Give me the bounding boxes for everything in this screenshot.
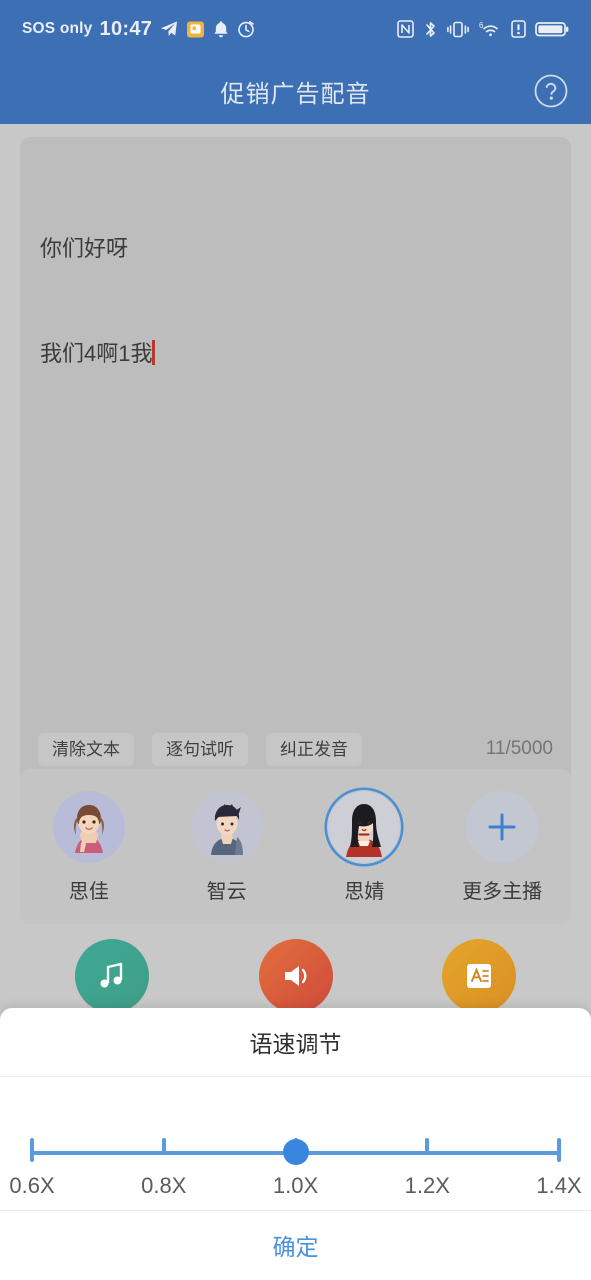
avatar (328, 790, 401, 863)
avatar-ring (52, 790, 126, 864)
speaker-name: 更多主播 (462, 880, 543, 903)
clock-icon (237, 20, 255, 38)
speaker-item-sijia[interactable]: 思佳 (20, 790, 158, 904)
avatar-ring (465, 790, 539, 864)
slider-tick (557, 1138, 561, 1162)
phone-screen: SOS only 10:47 6 促销广告配音 你们好呀 我们4啊1我 清除文本… (0, 0, 591, 1280)
app-bar: 促销广告配音 (0, 58, 591, 124)
telegram-icon (159, 19, 179, 39)
bell-icon (212, 20, 230, 39)
speed-adjust-sheet: 语速调节 0.6X 0.8X 1.0X 1.2X 1.4X 确定 (0, 1008, 591, 1280)
slider-scale-labels: 0.6X 0.8X 1.0X 1.2X 1.4X (9, 1173, 581, 1201)
speaker-name: 思佳 (68, 880, 109, 903)
speaker-name: 思婧 (344, 880, 385, 903)
speaker-item-more[interactable]: 更多主播 (433, 790, 571, 904)
carrier-label: SOS only (22, 20, 93, 37)
plus-icon (466, 790, 539, 863)
speaker-panel: 思佳 智云 思婧 更多主播 (20, 769, 571, 924)
bluetooth-icon (423, 20, 438, 39)
confirm-label: 确定 (272, 1234, 319, 1260)
help-circle-icon[interactable] (533, 73, 569, 109)
background-music-tool[interactable] (20, 939, 204, 1013)
sheet-header: 语速调节 (0, 1008, 591, 1077)
slider-tick (30, 1138, 34, 1162)
clock-label: 10:47 (99, 17, 153, 40)
avatar-ring (190, 790, 264, 864)
note-icon (186, 20, 205, 39)
slider-tick-label: 0.8X (141, 1173, 187, 1198)
slider-tick (161, 1138, 166, 1155)
slider-tick-label: 1.4X (536, 1173, 582, 1198)
avatar (190, 790, 263, 863)
slider-tick-label: 1.2X (404, 1173, 450, 1198)
preview-sentence-button[interactable]: 逐句试听 (152, 732, 248, 766)
script-text[interactable]: 你们好呀 我们4啊1我 (40, 161, 553, 441)
music-note-icon (74, 939, 149, 1013)
script-line-2: 我们4啊1我 (40, 336, 553, 371)
text-caret (152, 340, 156, 365)
status-bar-left: SOS only 10:47 (22, 18, 255, 41)
sound-effect-tool[interactable] (204, 939, 388, 1013)
status-bar-right: 6 (397, 20, 569, 39)
sheet-title: 语速调节 (249, 1031, 342, 1057)
battery-icon (535, 20, 569, 38)
text-editor-card[interactable]: 你们好呀 我们4啊1我 清除文本 逐句试听 纠正发音 11/5000 (20, 137, 571, 782)
fix-pronunciation-button[interactable]: 纠正发音 (266, 732, 362, 766)
speed-slider[interactable] (30, 1135, 561, 1165)
avatar (52, 790, 125, 863)
avatar-ring-selected (327, 790, 401, 864)
nfc-icon (397, 20, 414, 38)
status-bar: SOS only 10:47 6 (0, 0, 591, 58)
slider-thumb[interactable] (282, 1139, 309, 1165)
speaker-item-zhiyun[interactable]: 智云 (158, 790, 296, 904)
editor-toolbar: 清除文本 逐句试听 纠正发音 11/5000 (38, 731, 553, 767)
vibrate-icon (447, 20, 469, 39)
text-style-tool[interactable] (387, 939, 571, 1013)
text-format-icon (442, 939, 517, 1013)
speed-slider-block: 0.6X 0.8X 1.0X 1.2X 1.4X (0, 1077, 591, 1211)
speaker-name: 智云 (206, 880, 247, 903)
clear-text-button[interactable]: 清除文本 (38, 732, 134, 766)
character-counter: 11/5000 (485, 738, 553, 759)
speaker-item-sijing[interactable]: 思婧 (296, 790, 434, 904)
slider-tick (425, 1138, 430, 1155)
script-line-1: 你们好呀 (40, 236, 129, 261)
page-title: 促销广告配音 (220, 80, 371, 108)
slider-tick-label: 0.6X (9, 1173, 55, 1198)
confirm-button[interactable]: 确定 (0, 1211, 591, 1279)
wifi-6-icon: 6 (478, 20, 502, 39)
slider-tick-label: 1.0X (272, 1173, 319, 1198)
alert-icon (511, 20, 526, 38)
sound-wave-icon (258, 939, 333, 1013)
